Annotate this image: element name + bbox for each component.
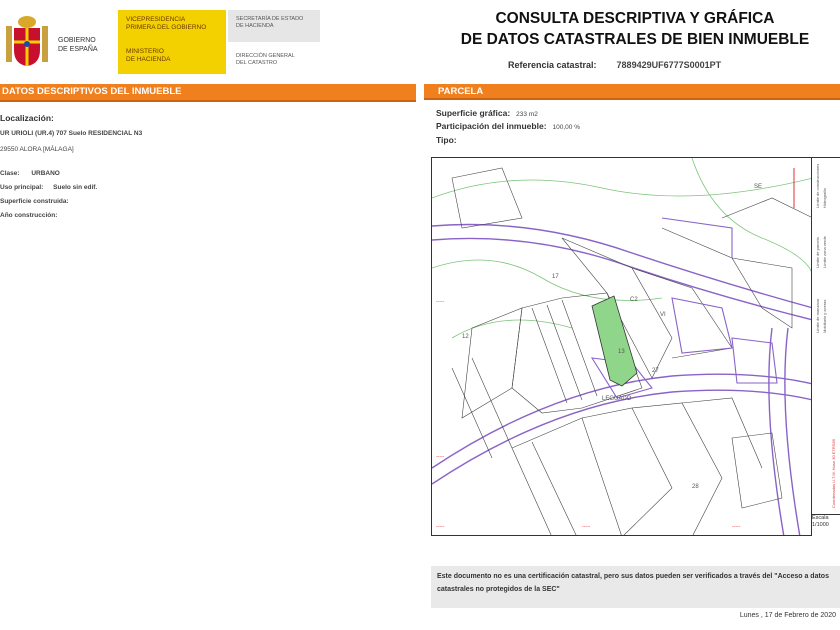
built-area-label: Superficie construida: — [0, 198, 69, 205]
parcel-header: PARCELA — [424, 84, 840, 100]
vicepresidency-label: VICEPRESIDENCIA PRIMERA DEL GOBIERNO — [126, 16, 207, 31]
legend-item: Límite de parcela — [815, 237, 820, 268]
map-label: LEGUADO — [602, 396, 632, 402]
type-label: Tipo: — [436, 135, 457, 145]
highlighted-parcel — [591, 295, 638, 387]
class-row: Clase: URBANO — [0, 170, 60, 177]
location-line-1: UR URIOLI (UR.4) 707 Suelo RESIDENCIAL N… — [0, 130, 143, 137]
map-label: VI — [660, 312, 666, 318]
secretariat-banner: SECRETARÍA DE ESTADO DE HACIENDA — [228, 10, 320, 42]
document-date: Lunes , 17 de Febrero de 2020 — [739, 612, 836, 619]
participation-value: 100,00 % — [552, 124, 580, 131]
cadastral-reference-value: 7889429UF6777S0001PT — [616, 60, 722, 70]
disclaimer-note: Este documento no es una certificación c… — [431, 566, 840, 608]
cadastral-reference: Referencia catastral: 7889429UF6777S0001P… — [508, 60, 722, 70]
main-use-row: Uso principal: Suelo sin edif. — [0, 184, 98, 191]
svg-text:-----: ----- — [582, 524, 591, 530]
location-line-2: 29550 ALORA [MÁLAGA] — [0, 146, 74, 153]
legend-item: Límite de construcciones — [815, 164, 820, 208]
participation-row: Participación del inmueble: 100,00 % — [436, 121, 580, 131]
legend-item: Límite zona verde — [822, 235, 827, 268]
legend-item: Límite de manzana — [815, 298, 820, 333]
directorate-label: DIRECCIÓN GENERAL DEL CATASTRO — [236, 53, 295, 66]
legend-item: Hidrografía — [822, 187, 827, 208]
map-legend: Límite de manzana Límite de parcela Lími… — [812, 157, 840, 515]
page-title: CONSULTA DESCRIPTIVA Y GRÁFICA DE DATOS … — [460, 10, 810, 48]
graphic-area-value: 233 m2 — [516, 111, 538, 118]
map-label: SE — [754, 184, 762, 190]
svg-text:-----: ----- — [436, 524, 445, 530]
map-label: C2 — [630, 297, 638, 303]
map-label: 28 — [692, 484, 699, 490]
main-use-value: Suelo sin edif. — [53, 184, 98, 191]
svg-text:-----: ----- — [436, 299, 445, 305]
descriptive-data-header: DATOS DESCRIPTIVOS DEL INMUEBLE — [0, 84, 416, 102]
svg-text:-----: ----- — [732, 524, 741, 530]
spain-coat-of-arms-icon — [6, 16, 48, 66]
construction-year-label: Año construcción: — [0, 212, 58, 219]
ministry-label: MINISTERIO DE HACIENDA — [126, 48, 171, 63]
map-label: 17 — [552, 274, 559, 280]
government-label: GOBIERNO DE ESPAÑA — [58, 37, 98, 53]
map-label: 13 — [618, 349, 625, 355]
svg-text:-----: ----- — [436, 454, 445, 460]
legend-drawing: Límite de manzana Límite de parcela Lími… — [815, 164, 836, 508]
map-label: 27 — [652, 368, 659, 374]
map-scale: Escala 1/1000 — [812, 515, 829, 528]
map-label: 12 — [462, 334, 469, 340]
legend-item: Mobiliario y aceras — [822, 300, 827, 333]
class-value: URBANO — [31, 170, 60, 177]
graphic-area-row: Superficie gráfica: 233 m2 — [436, 108, 538, 118]
cadastral-map[interactable]: ----- ----- ----- ----- ----- SE C2 13 1… — [431, 157, 812, 536]
ministry-banner: VICEPRESIDENCIA PRIMERA DEL GOBIERNO MIN… — [118, 10, 226, 74]
location-label: Localización: — [0, 113, 54, 123]
map-drawing: ----- ----- ----- ----- ----- SE C2 13 1… — [432, 158, 811, 535]
legend-coordinates: Coordenadas U.T.M. Huso 30 ETRS89 — [831, 438, 836, 508]
